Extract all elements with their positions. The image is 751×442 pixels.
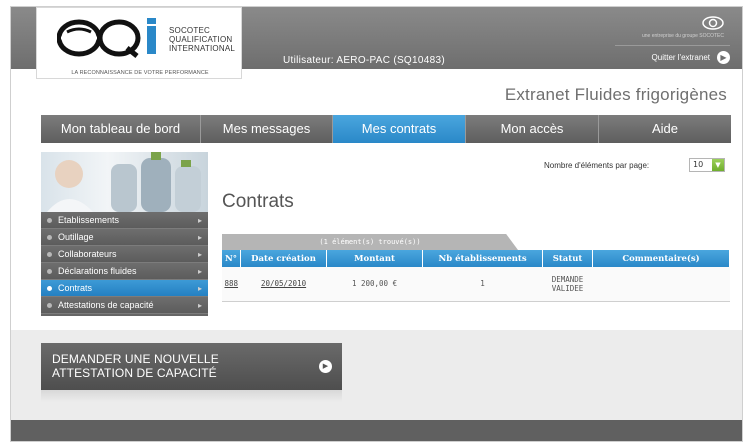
header-divider: [615, 45, 730, 46]
col-header-date[interactable]: Date création: [240, 250, 328, 267]
logo-line-2: QUALIFICATION: [169, 35, 233, 44]
bullet-icon: [47, 252, 52, 257]
socotec-eye-icon: [702, 16, 724, 30]
col-header-commentaire[interactable]: Commentaire(s): [592, 250, 730, 267]
sidebar-photo: [41, 152, 208, 212]
sidebar-item-collaborateurs[interactable]: Collaborateurs ▸: [41, 246, 208, 263]
cta-line-2: ATTESTATION DE CAPACITÉ: [52, 366, 217, 380]
col-header-montant[interactable]: Montant: [326, 250, 424, 267]
bullet-icon: [47, 218, 52, 223]
arrow-right-circle-icon[interactable]: ▶: [717, 51, 730, 64]
status-line-2: VALIDEE: [551, 283, 584, 293]
nav-help[interactable]: Aide: [599, 115, 731, 143]
sidebar-item-label: Déclarations fluides: [58, 266, 137, 276]
bullet-icon: [47, 235, 52, 240]
contract-date-link[interactable]: 20/05/2010: [240, 267, 327, 302]
cta-label: DEMANDER UNE NOUVELLE ATTESTATION DE CAP…: [52, 352, 219, 380]
chevron-right-icon: ▸: [197, 216, 202, 225]
status-line-1: DEMANDE: [551, 274, 584, 284]
sidebar-item-contrats[interactable]: Contrats ▸: [41, 280, 208, 297]
page: SOCOTEC QUALIFICATION INTERNATIONAL LA R…: [10, 6, 743, 442]
contract-nb: 1: [422, 267, 543, 302]
per-page-label: Nombre d'éléments par page:: [544, 161, 650, 170]
sidebar-item-attestations[interactable]: Attestations de capacité ▸: [41, 297, 208, 314]
sidebar-item-label: Collaborateurs: [58, 249, 117, 259]
cta-line-1: DEMANDER UNE NOUVELLE: [52, 352, 219, 366]
sidebar-item-label: Outillage: [58, 232, 94, 242]
user-label: Utilisateur: AERO-PAC (SQ10483): [283, 55, 445, 66]
results-count-tab: (1 élément(s) trouvé(s)): [222, 234, 518, 250]
sidebar-menu: Etablissements ▸ Outillage ▸ Collaborate…: [41, 212, 208, 316]
chevron-right-icon: ▸: [197, 284, 202, 293]
bullet-icon: [47, 286, 52, 291]
per-page-select[interactable]: 10 ▼: [689, 158, 725, 172]
logo-line-1: SOCOTEC: [169, 26, 210, 35]
logo-line-3: INTERNATIONAL: [169, 44, 236, 53]
group-brand: une entreprise du groupe SOCOTEC: [642, 33, 724, 39]
header-bar: SOCOTEC QUALIFICATION INTERNATIONAL LA R…: [11, 7, 742, 79]
arrow-right-circle-icon: ▶: [319, 360, 332, 373]
col-header-num[interactable]: N°: [222, 250, 242, 267]
sidebar-item-etablissements[interactable]: Etablissements ▸: [41, 212, 208, 229]
nav-messages[interactable]: Mes messages: [201, 115, 333, 143]
col-header-statut[interactable]: Statut: [542, 250, 594, 267]
cta-shadow: [41, 390, 342, 402]
contract-comment: [592, 267, 730, 302]
quit-link[interactable]: Quitter l'extranet: [652, 53, 710, 62]
table-row: 888 20/05/2010 1 200,00 € 1 DEMANDE VALI…: [222, 267, 730, 302]
chevron-right-icon: ▸: [197, 267, 202, 276]
technician-photo-icon: [47, 152, 201, 212]
main-nav: Mon tableau de bord Mes messages Mes con…: [41, 115, 731, 143]
nav-dashboard[interactable]: Mon tableau de bord: [41, 115, 201, 143]
bullet-icon: [47, 269, 52, 274]
request-attestation-button[interactable]: DEMANDER UNE NOUVELLE ATTESTATION DE CAP…: [41, 343, 342, 390]
nav-access[interactable]: Mon accès: [466, 115, 599, 143]
logo-wordmark: SOCOTEC QUALIFICATION INTERNATIONAL: [169, 26, 235, 53]
contract-status: DEMANDE VALIDEE: [542, 267, 593, 302]
sidebar-item-declarations[interactable]: Déclarations fluides ▸: [41, 263, 208, 280]
sidebar-item-outillage[interactable]: Outillage ▸: [41, 229, 208, 246]
contracts-table: N° Date création Montant Nb établissemen…: [222, 250, 730, 302]
page-title: Contrats: [222, 191, 294, 212]
chevron-right-icon: ▸: [197, 301, 202, 310]
sidebar-item-label: Attestations de capacité: [58, 300, 154, 310]
chevron-right-icon: ▸: [197, 233, 202, 242]
logo[interactable]: SOCOTEC QUALIFICATION INTERNATIONAL LA R…: [36, 7, 242, 79]
sidebar-item-label: Etablissements: [58, 215, 120, 225]
footer-bar: [11, 420, 742, 441]
contract-number-link[interactable]: 888: [222, 267, 241, 302]
chevron-down-icon[interactable]: ▼: [712, 159, 724, 171]
logo-tagline: LA RECONNAISSANCE DE VOTRE PERFORMANCE: [71, 70, 209, 76]
contract-montant: 1 200,00 €: [326, 267, 423, 302]
sqi-logo-icon: [57, 18, 156, 58]
bullet-icon: [47, 303, 52, 308]
nav-contracts[interactable]: Mes contrats: [333, 115, 466, 143]
site-title: Extranet Fluides frigorigènes: [504, 85, 727, 104]
col-header-nb[interactable]: Nb établissements: [422, 250, 544, 267]
per-page-value: 10: [693, 160, 704, 169]
sidebar-item-label: Contrats: [58, 283, 93, 293]
chevron-right-icon: ▸: [197, 250, 202, 259]
table-header-row: N° Date création Montant Nb établissemen…: [222, 250, 730, 267]
